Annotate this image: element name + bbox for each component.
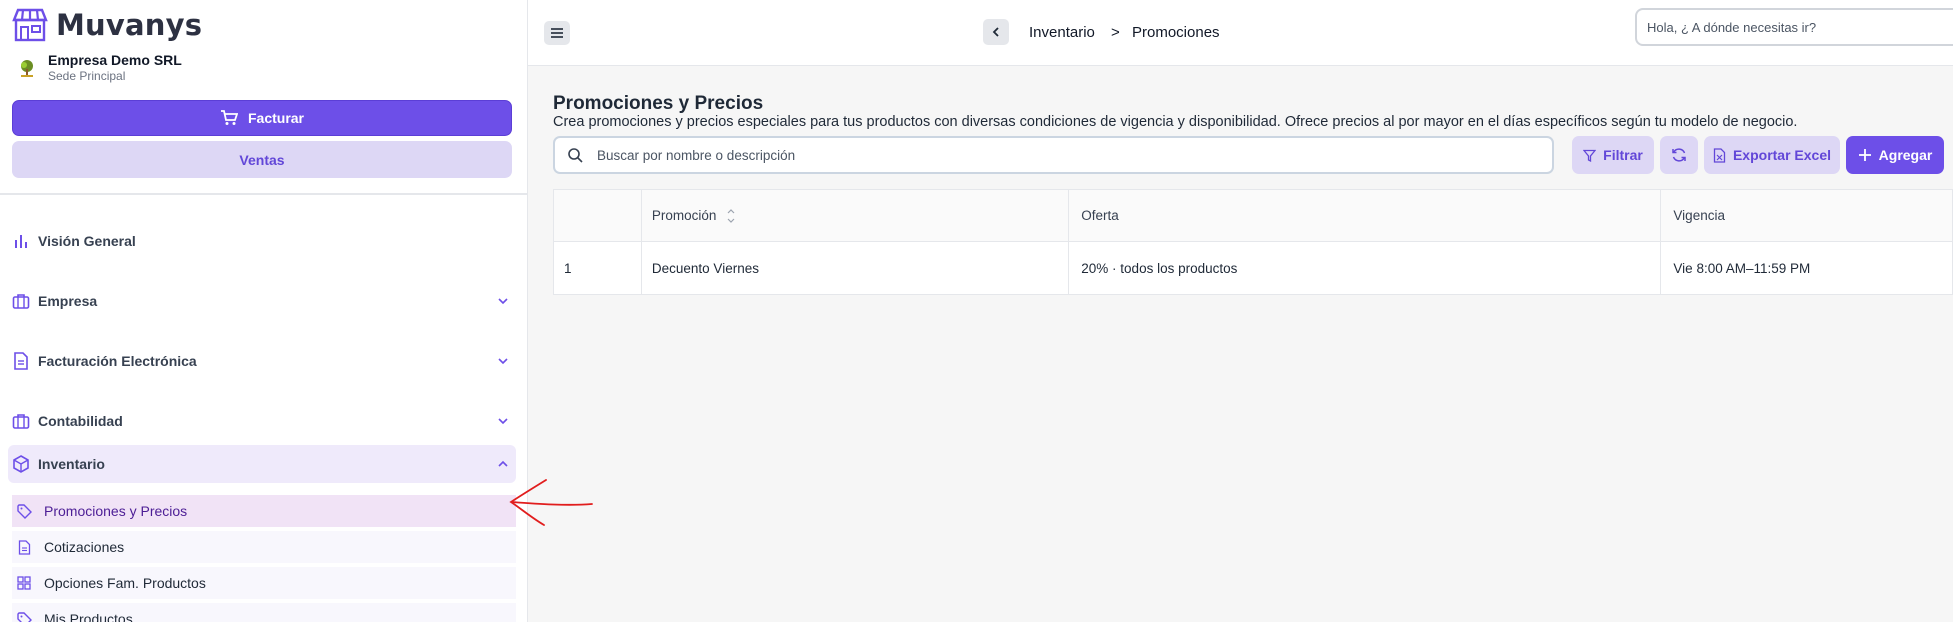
- back-button[interactable]: [983, 19, 1009, 45]
- column-header-vigencia: Vigencia: [1673, 208, 1725, 223]
- sidebar-item-label: Facturación Electrónica: [38, 353, 197, 369]
- company-name: Empresa Demo SRL: [48, 52, 182, 68]
- column-header-label: Promoción: [651, 208, 717, 223]
- tag-icon: [16, 611, 32, 622]
- sidebar-subitem-label: Promociones y Precios: [44, 503, 188, 519]
- row-oferta: 20% · todos los productos: [1069, 242, 1662, 294]
- sort-icon[interactable]: [726, 206, 736, 226]
- row-index: 1: [554, 242, 642, 294]
- refresh-icon: [1672, 148, 1686, 162]
- search-icon: [568, 148, 583, 163]
- excel-file-icon: [1713, 147, 1726, 163]
- briefcase-icon: [12, 292, 30, 310]
- company-branch: Sede Principal: [48, 69, 126, 83]
- page-title: Promociones y Precios: [553, 93, 764, 114]
- sidebar-item-empresa[interactable]: Empresa: [8, 282, 516, 320]
- facturar-label: Facturar: [247, 110, 305, 126]
- sidebar-subitem-label: Opciones Fam. Productos: [44, 575, 206, 591]
- chevron-left-icon: [992, 27, 999, 37]
- sidebar-item-contabilidad[interactable]: Contabilidad: [8, 402, 516, 440]
- sidebar: Muvanys Empresa Demo SRL Sede Principal …: [0, 0, 528, 622]
- export-excel-button[interactable]: Exportar Excel: [1704, 136, 1840, 174]
- filter-icon: [1583, 149, 1597, 162]
- chevron-down-icon: [498, 358, 508, 365]
- export-excel-label: Exportar Excel: [1732, 147, 1832, 163]
- sidebar-item-inventario[interactable]: Inventario: [8, 445, 516, 483]
- column-header-oferta: Oferta: [1069, 190, 1662, 241]
- table-row[interactable]: 1 Decuento Viernes 20% · todos los produ…: [554, 242, 1952, 294]
- ventas-label: Ventas: [239, 151, 285, 168]
- add-button[interactable]: Agregar: [1846, 136, 1944, 174]
- annotation-arrow-icon: [509, 479, 593, 526]
- grid-icon: [16, 575, 32, 591]
- breadcrumb-promociones: Promociones: [1132, 24, 1220, 41]
- sidebar-item-facturacion[interactable]: Facturación Electrónica: [8, 342, 516, 380]
- store-logo-icon: [12, 8, 48, 42]
- search-input[interactable]: [597, 147, 1497, 163]
- row-vigencia: Vie 8:00 AM–11:59 PM: [1673, 260, 1811, 276]
- brand[interactable]: Muvanys: [12, 8, 202, 42]
- sidebar-subitem-label: Cotizaciones: [44, 539, 125, 555]
- main-content: Promociones y Precios Crea promociones y…: [528, 66, 1953, 622]
- refresh-button[interactable]: [1660, 136, 1698, 174]
- row-promocion: Decuento Viernes: [642, 242, 1070, 294]
- chevron-down-icon: [498, 298, 508, 305]
- global-search-input[interactable]: Hola, ¿ A dónde necesitas ir?: [1635, 8, 1953, 46]
- sidebar-item-label: Empresa: [38, 293, 98, 309]
- sidebar-subitem-promociones[interactable]: Promociones y Precios: [12, 495, 516, 527]
- tag-icon: [16, 503, 32, 519]
- bar-chart-icon: [12, 232, 30, 250]
- sidebar-item-vision-general[interactable]: Visión General: [8, 222, 516, 260]
- breadcrumb-inventario[interactable]: Inventario: [1029, 24, 1095, 41]
- facturar-button[interactable]: Facturar: [12, 100, 512, 136]
- ventas-button[interactable]: Ventas: [12, 141, 512, 178]
- sidebar-subitem-mis-productos[interactable]: Mis Productos: [12, 603, 516, 622]
- cart-icon: [220, 110, 238, 125]
- plus-icon: [1858, 149, 1871, 161]
- sidebar-divider: [0, 193, 527, 195]
- add-label: Agregar: [1878, 147, 1933, 163]
- column-header-promocion[interactable]: Promoción: [642, 190, 1070, 241]
- sidebar-item-label: Contabilidad: [38, 413, 123, 429]
- sidebar-item-label: Visión General: [38, 233, 136, 249]
- search-box[interactable]: [553, 136, 1554, 174]
- chevron-down-icon: [498, 418, 508, 425]
- brand-name: Muvanys: [56, 8, 203, 42]
- filter-label: Filtrar: [1603, 147, 1643, 163]
- sidebar-subitem-cotizaciones[interactable]: Cotizaciones: [12, 531, 516, 563]
- breadcrumb-separator: >: [1111, 24, 1120, 41]
- company-switcher[interactable]: Empresa Demo SRL Sede Principal: [16, 52, 182, 83]
- sidebar-subitem-label: Mis Productos: [44, 611, 133, 622]
- table-header-row: Promoción Oferta Vigencia: [554, 190, 1952, 242]
- document-icon: [16, 539, 32, 555]
- promotions-table: Promoción Oferta Vigencia 1 Decuento Vie…: [553, 189, 1953, 295]
- page-description: Crea promociones y precios especiales pa…: [553, 114, 1798, 130]
- sidebar-item-label: Inventario: [38, 456, 105, 472]
- hamburger-icon: [551, 28, 563, 38]
- briefcase-icon: [12, 412, 30, 430]
- sidebar-subitem-opciones-fam[interactable]: Opciones Fam. Productos: [12, 567, 516, 599]
- filter-button[interactable]: Filtrar: [1572, 136, 1654, 174]
- menu-toggle-button[interactable]: [544, 21, 570, 45]
- company-logo-icon: [16, 57, 38, 79]
- box-icon: [12, 455, 30, 473]
- column-header-index: [554, 190, 642, 241]
- document-icon: [12, 352, 30, 370]
- topbar: Inventario > Promociones Hola, ¿ A dónde…: [528, 0, 1953, 66]
- chevron-up-icon: [498, 460, 508, 467]
